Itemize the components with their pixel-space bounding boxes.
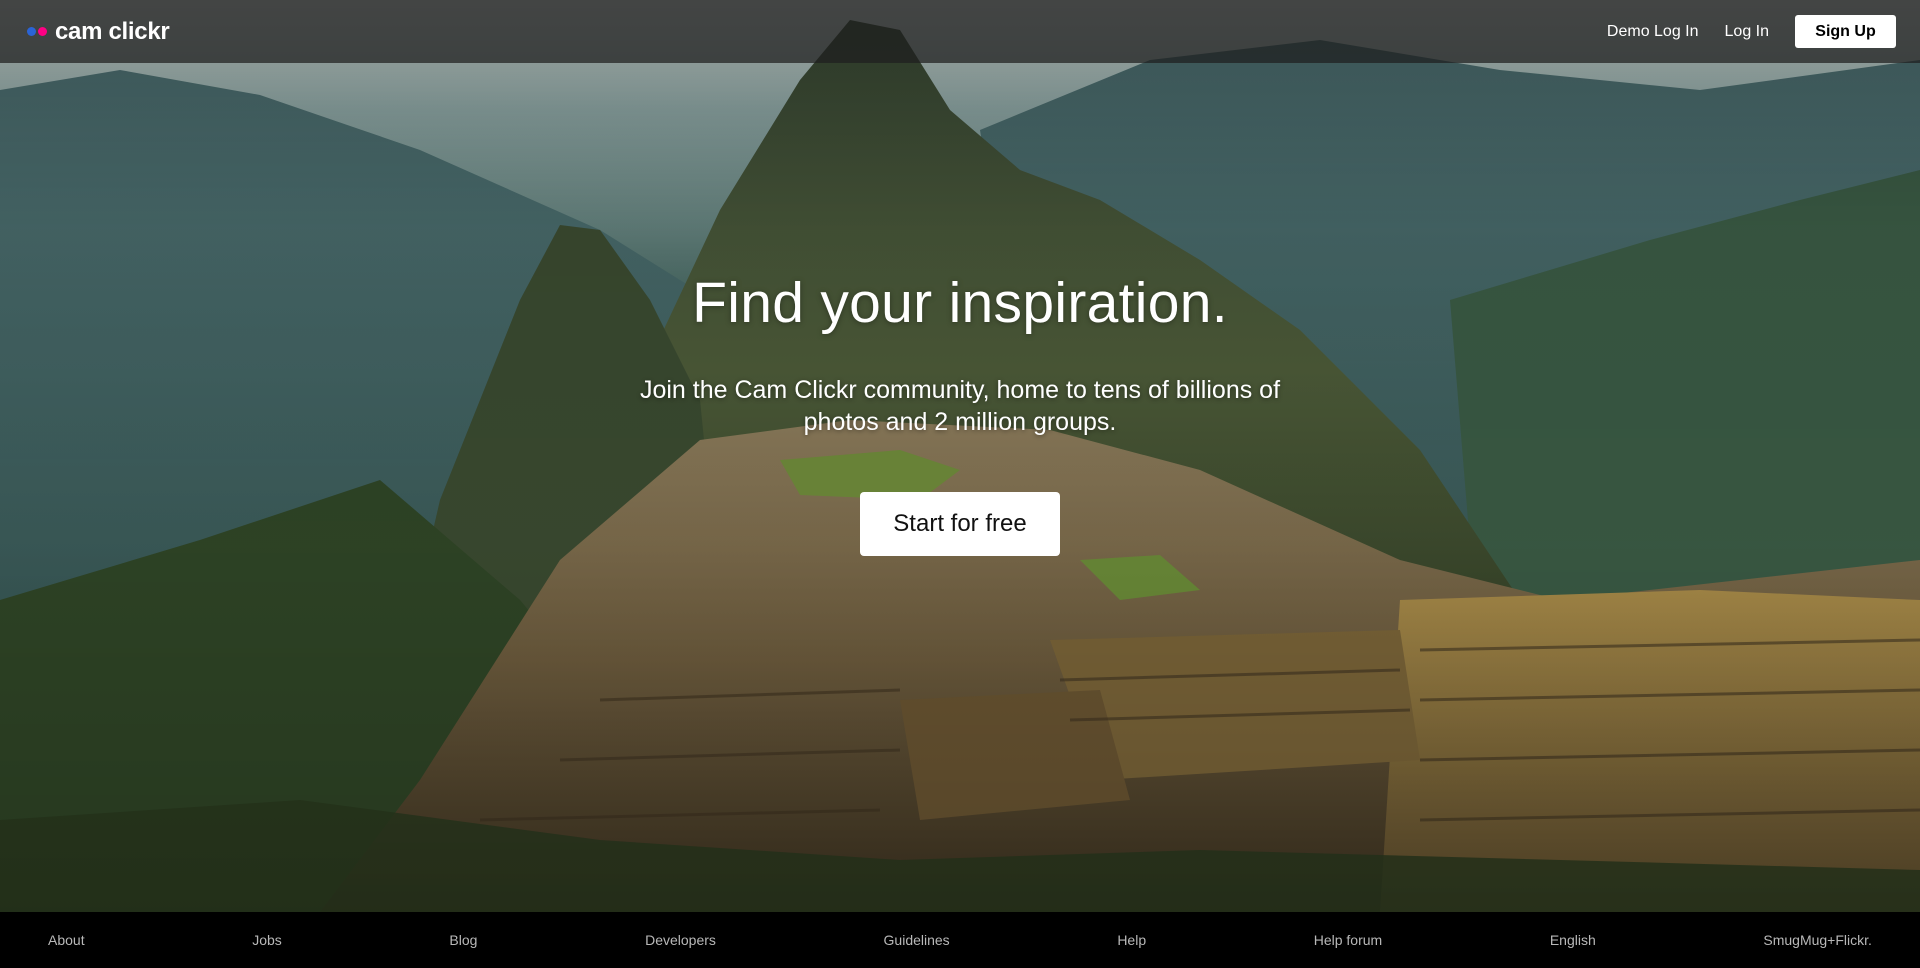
landing-page: cam clickr Demo Log In Log In Sign Up Fi…: [0, 0, 1920, 968]
footer-link-developers[interactable]: Developers: [645, 932, 716, 948]
footer-link-jobs[interactable]: Jobs: [252, 932, 282, 948]
logo-dots-icon: [27, 27, 49, 36]
footer-link-smugmug-flickr[interactable]: SmugMug+Flickr.: [1763, 932, 1872, 948]
footer-link-help-forum[interactable]: Help forum: [1314, 932, 1382, 948]
hero-subtitle: Join the Cam Clickr community, home to t…: [639, 376, 1281, 436]
brand-name: cam clickr: [55, 17, 170, 45]
footer-bar: About Jobs Blog Developers Guidelines He…: [0, 912, 1920, 968]
hero-title: Find your inspiration.: [692, 271, 1228, 335]
top-navigation-bar: cam clickr Demo Log In Log In Sign Up: [0, 0, 1920, 63]
demo-login-link[interactable]: Demo Log In: [1607, 23, 1699, 41]
footer-link-blog[interactable]: Blog: [449, 932, 477, 948]
logo-pink-dot: [38, 27, 47, 36]
footer-language-selector[interactable]: English: [1550, 932, 1596, 948]
logo-blue-dot: [27, 27, 36, 36]
start-for-free-button[interactable]: Start for free: [860, 492, 1060, 556]
header-actions: Demo Log In Log In Sign Up: [1607, 15, 1896, 48]
hero-section: Find your inspiration. Join the Cam Clic…: [0, 270, 1920, 556]
footer-link-help[interactable]: Help: [1117, 932, 1146, 948]
footer-link-about[interactable]: About: [48, 932, 85, 948]
brand-logo-link[interactable]: cam clickr: [27, 17, 170, 46]
sign-up-button[interactable]: Sign Up: [1795, 15, 1896, 48]
footer-link-guidelines[interactable]: Guidelines: [884, 932, 950, 948]
login-link[interactable]: Log In: [1725, 23, 1769, 41]
